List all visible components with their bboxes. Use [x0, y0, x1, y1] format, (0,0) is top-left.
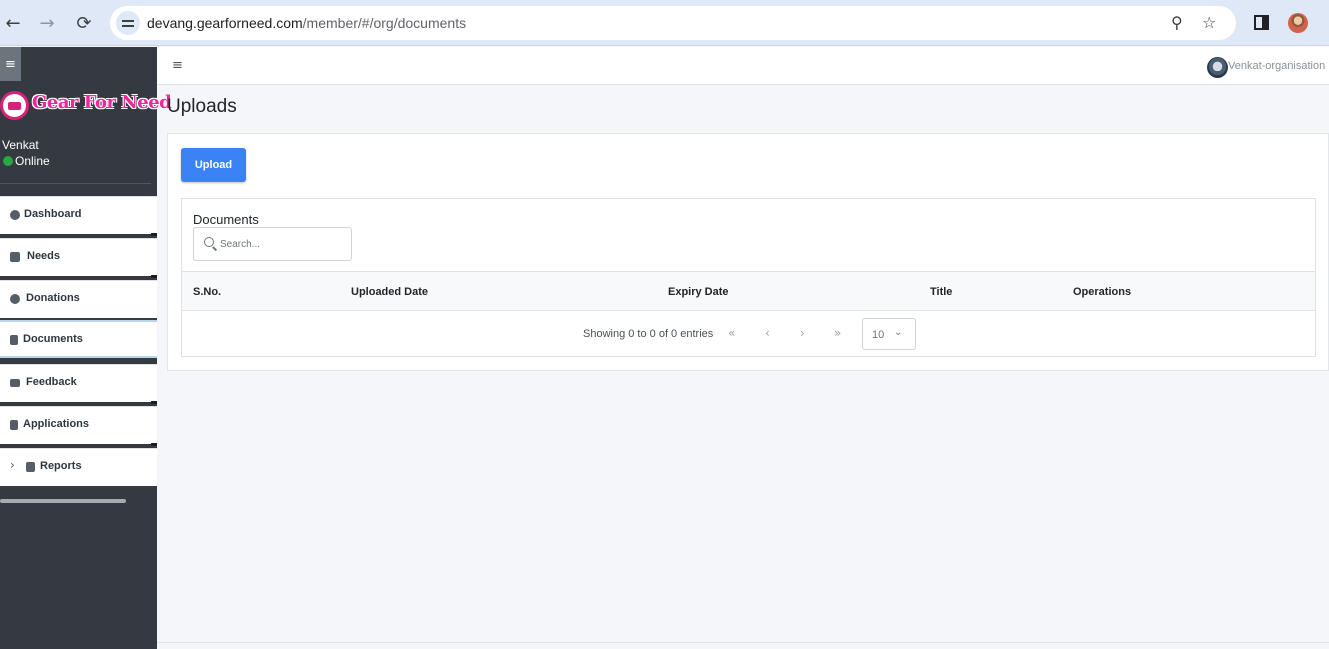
- search-input[interactable]: [220, 236, 345, 252]
- divider: [0, 183, 151, 184]
- document-icon: [10, 335, 18, 345]
- divider: [151, 233, 157, 236]
- hamburger-menu-icon[interactable]: ≡: [172, 58, 183, 73]
- column-header-expiry-date[interactable]: Expiry Date: [668, 286, 729, 298]
- site-info-icon[interactable]: [116, 11, 140, 35]
- zoom-icon[interactable]: ⚲: [1171, 13, 1183, 32]
- sidebar-toggle-icon[interactable]: ≡: [0, 47, 21, 81]
- search-icon: [204, 237, 214, 247]
- side-panel-icon[interactable]: [1254, 15, 1269, 30]
- dashboard-icon: [10, 210, 20, 220]
- donation-icon: [10, 294, 20, 304]
- sidebar-item-label: Donations: [26, 292, 80, 304]
- user-name: Venkat: [2, 138, 39, 152]
- org-avatar[interactable]: [1207, 57, 1228, 78]
- rows-per-page-select[interactable]: 10 ⌄: [862, 318, 916, 350]
- documents-table-panel: Documents S.No. Uploaded Date Expiry Dat…: [181, 198, 1316, 357]
- rows-per-page-value: 10: [872, 329, 885, 341]
- brand-logo[interactable]: Gear For Need: [0, 91, 172, 121]
- sidebar-item-reports[interactable]: › Reports: [0, 448, 157, 486]
- sidebar-item-dashboard[interactable]: Dashboard: [0, 196, 157, 234]
- sidebar-item-label: Feedback: [26, 376, 77, 388]
- first-page-button[interactable]: «: [728, 326, 735, 340]
- sidebar-item-documents[interactable]: Documents: [0, 320, 157, 358]
- sidebar-item-applications[interactable]: Applications: [0, 406, 157, 444]
- bookmark-star-icon[interactable]: ☆: [1202, 13, 1216, 32]
- page-title: Uploads: [167, 96, 237, 117]
- topbar: ≡ Venkat-organisation: [157, 47, 1329, 85]
- logo-mark-icon: [0, 91, 29, 120]
- chevron-down-icon: ⌄: [894, 327, 903, 338]
- sidebar-item-needs[interactable]: Needs: [0, 238, 157, 276]
- next-page-button[interactable]: ›: [800, 326, 805, 340]
- url-path: /member/#/org/documents: [302, 15, 467, 31]
- search-field[interactable]: [193, 227, 352, 261]
- brand-name: Gear For Need: [32, 92, 172, 113]
- reload-icon[interactable]: ⟳: [73, 12, 95, 34]
- chevron-right-icon[interactable]: ›: [10, 458, 15, 472]
- sidebar-item-donations[interactable]: Donations: [0, 280, 157, 318]
- sidebar-item-label: Reports: [40, 460, 82, 472]
- table-header: S.No. Uploaded Date Expiry Date Title Op…: [182, 271, 1315, 311]
- sidebar-item-label: Documents: [23, 333, 83, 345]
- upload-button[interactable]: Upload: [181, 148, 246, 182]
- envelope-icon: [10, 379, 20, 387]
- hand-heart-icon: [10, 252, 20, 262]
- paginator: Showing 0 to 0 of 0 entries « ‹ › » 10 ⌄: [182, 312, 1315, 356]
- sidebar-item-feedback[interactable]: Feedback: [0, 364, 157, 402]
- previous-page-button[interactable]: ‹: [765, 326, 770, 340]
- column-header-operations: Operations: [1073, 286, 1132, 298]
- url-host: devang.gearforneed.com: [147, 15, 303, 31]
- sidebar-item-label: Applications: [23, 418, 90, 430]
- footer-divider: [157, 642, 1329, 643]
- online-status-icon: [3, 156, 13, 166]
- divider: [151, 275, 157, 278]
- user-status: Online: [15, 154, 50, 168]
- sidebar: ≡ Gear For Need Venkat Online Dashboard …: [0, 47, 172, 649]
- sidebar-scrollbar[interactable]: [0, 499, 126, 503]
- sidebar-item-label: Dashboard: [24, 208, 82, 220]
- last-page-button[interactable]: »: [834, 326, 841, 340]
- divider: [151, 401, 157, 404]
- forward-icon[interactable]: →: [36, 12, 58, 34]
- browser-profile-avatar[interactable]: [1288, 13, 1308, 33]
- page-info: Showing 0 to 0 of 0 entries: [583, 328, 714, 340]
- org-name[interactable]: Venkat-organisation: [1228, 60, 1325, 72]
- column-header-title[interactable]: Title: [930, 286, 952, 298]
- copy-icon: [26, 462, 35, 472]
- address-bar[interactable]: devang.gearforneed.com/member/#/org/docu…: [110, 6, 1236, 40]
- column-header-sno[interactable]: S.No.: [193, 286, 221, 298]
- url-text[interactable]: devang.gearforneed.com/member/#/org/docu…: [147, 15, 466, 31]
- back-icon[interactable]: ←: [2, 12, 24, 34]
- document-icon: [10, 420, 18, 430]
- uploads-card: Upload Documents S.No. Uploaded Date Exp…: [167, 133, 1329, 371]
- documents-title: Documents: [193, 212, 259, 227]
- browser-toolbar: ← → ⟳ devang.gearforneed.com/member/#/or…: [0, 0, 1329, 46]
- column-header-uploaded-date[interactable]: Uploaded Date: [351, 286, 428, 298]
- sidebar-item-label: Needs: [27, 250, 61, 262]
- divider: [151, 443, 157, 446]
